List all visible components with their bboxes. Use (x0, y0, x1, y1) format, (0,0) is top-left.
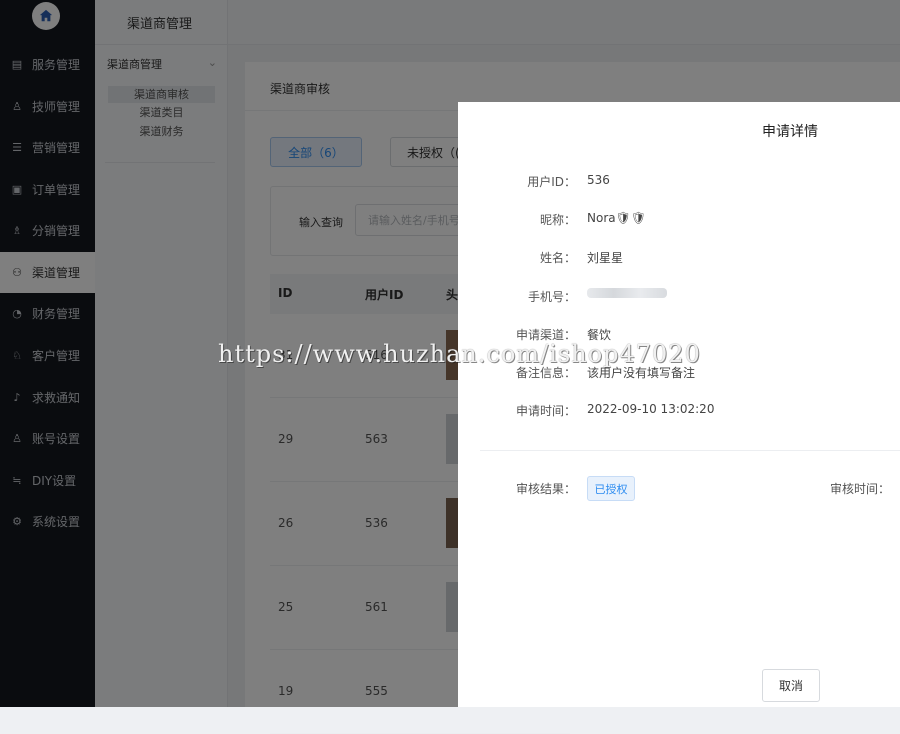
watermark: https://www.huzhan.com/ishop47020 (218, 340, 701, 368)
status-badge: 已授权 (587, 476, 635, 501)
field-value-nickname: Nora🛡🛡 (587, 211, 647, 225)
field-label-nickname: 昵称： (539, 213, 576, 227)
field-value-user-id: 536 (587, 173, 610, 187)
field-label-phone: 手机号： (527, 290, 576, 304)
field-label-user-id: 用户ID： (527, 175, 576, 189)
field-value-phone-redacted (587, 288, 667, 298)
field-label-apply-time: 申请时间： (515, 404, 576, 418)
review-time-label: 审核时间： (830, 482, 891, 496)
review-result-label: 审核结果： (515, 482, 576, 496)
drawer-title: 申请详情 (762, 124, 818, 140)
cancel-button[interactable]: 取消 (762, 669, 820, 702)
drawer-divider (480, 450, 900, 451)
application-detail-drawer: 申请详情 用户ID： 536 昵称： Nora🛡🛡 姓名： 刘星星 手机号： 申… (458, 102, 900, 707)
field-value-name: 刘星星 (587, 251, 624, 265)
field-label-name: 姓名： (539, 251, 576, 265)
field-value-apply-time: 2022-09-10 13:02:20 (587, 402, 715, 416)
